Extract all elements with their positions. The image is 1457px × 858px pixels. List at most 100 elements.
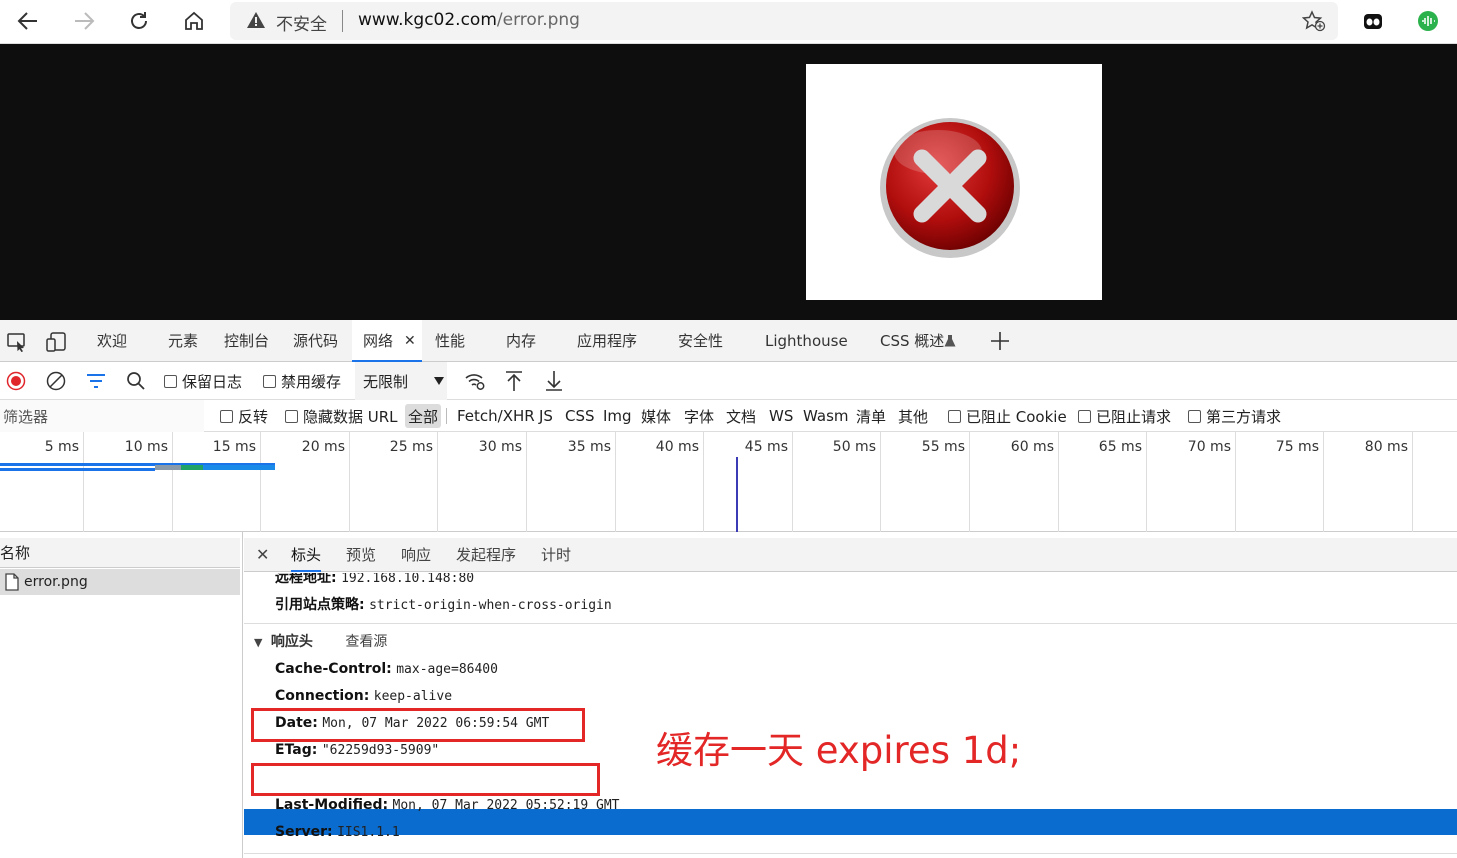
forward-button[interactable] [68,6,100,36]
disable-cache-box[interactable] [263,374,276,388]
upload-icon [506,371,522,391]
view-source-link[interactable]: 查看源 [345,634,387,650]
remote-address-row: 远程地址: 192.168.10.148:80 [275,573,474,587]
filter-input[interactable]: 筛选器 [0,400,204,432]
invert-box[interactable] [220,409,233,423]
request-detail-panel: ✕ 标头 预览 响应 发起程序 计时 远程地址: 192.168.10.148:… [244,532,1457,858]
timeline-tick-label: 65 ms [1098,439,1142,455]
tab-preview[interactable]: 预览 [346,538,376,572]
timeline-gridline [703,432,704,532]
warning-icon [247,12,265,28]
tab-security[interactable]: 安全性 [678,320,723,362]
type-filter-ws[interactable]: WS [769,400,793,432]
type-filter-font[interactable]: 字体 [684,400,714,432]
header-row-etag: ETag: "62259d93-5909" [275,742,439,758]
tab-memory[interactable]: 内存 [506,320,536,362]
blocked-cookies-checkbox[interactable]: 已阻止 Cookie [948,400,1067,432]
preserve-log-box[interactable] [164,374,177,388]
hide-data-url-box[interactable] [285,409,298,423]
timeline-tick-label: 70 ms [1187,439,1231,455]
header-value: Mon, 07 Mar 2022 05:52:19 GMT [392,798,620,813]
remote-address-key: 远程地址: [275,573,337,586]
tab-headers[interactable]: 标头 [291,538,322,572]
device-emulation-icon[interactable] [45,331,67,353]
disable-cache-label: 禁用缓存 [281,372,342,391]
invert-checkbox[interactable]: 反转 [220,400,268,432]
clear-button[interactable] [46,362,66,400]
timeline-overview[interactable]: 5 ms 10 ms 15 ms 20 ms 25 ms 30 ms 35 ms 40 ms 4… [0,432,1457,532]
inspect-element-icon[interactable] [6,332,28,352]
type-filter-media[interactable]: 媒体 [641,400,671,432]
tab-timing[interactable]: 计时 [541,538,571,572]
remote-address-value: 192.168.10.148:80 [341,573,475,586]
add-favorite-icon[interactable] [1302,10,1326,32]
tab-application[interactable]: 应用程序 [577,320,637,362]
tab-initiator[interactable]: 发起程序 [456,538,516,572]
request-row[interactable]: error.png [0,569,240,595]
address-separator [342,10,343,32]
type-filter-css[interactable]: CSS [565,400,595,432]
timeline-bar-main [0,468,155,471]
blocked-requests-box[interactable] [1078,409,1091,423]
type-filter-fetch-xhr[interactable]: Fetch/XHR [457,400,535,432]
tab-response[interactable]: 响应 [401,538,431,572]
blocked-requests-label: 已阻止请求 [1096,407,1172,426]
search-button[interactable] [126,362,146,400]
type-filter-manifest[interactable]: 清单 [856,400,886,432]
wifi-settings-icon [465,374,485,390]
disable-cache-checkbox[interactable]: 禁用缓存 [263,362,341,400]
preserve-log-label: 保留日志 [182,372,243,391]
blocked-requests-checkbox[interactable]: 已阻止请求 [1078,400,1171,432]
network-conditions-button[interactable] [464,362,486,400]
home-button[interactable] [178,6,210,36]
timeline-bar-download [203,465,275,470]
tab-sources[interactable]: 源代码 [293,320,338,362]
timeline-tick-label: 55 ms [921,439,965,455]
close-tab-icon[interactable]: ✕ [404,320,416,362]
tab-welcome[interactable]: 欢迎 [97,320,127,362]
search-icon [127,372,145,390]
type-filter-all[interactable]: 全部 [405,404,442,428]
tab-console[interactable]: 控制台 [224,320,269,362]
timeline-tick-label: 30 ms [478,439,522,455]
back-button[interactable] [12,6,44,36]
expires-highlight-box [251,763,600,796]
blocked-cookies-box[interactable] [948,409,961,423]
timeline-tick-label: 20 ms [301,439,345,455]
third-party-box[interactable] [1188,409,1201,423]
preserve-log-checkbox[interactable]: 保留日志 [164,362,242,400]
record-button[interactable] [6,362,26,400]
response-headers-section[interactable]: ▼ 响应头 查看源 [254,631,387,651]
add-tab-icon[interactable] [990,331,1010,351]
profile-button[interactable] [1412,6,1444,36]
type-filter-img[interactable]: Img [603,400,632,432]
refresh-icon [131,12,147,29]
type-filter-doc[interactable]: 文档 [726,400,756,432]
tab-network[interactable]: 网络 ✕ [352,320,422,362]
home-icon [185,11,203,30]
record-icon [6,371,26,391]
tab-css-overview[interactable]: CSS 概述 [880,320,944,362]
hide-data-url-checkbox[interactable]: 隐藏数据 URL [285,400,398,432]
name-column-header[interactable]: 名称 [0,538,240,568]
type-filter-js[interactable]: JS [539,400,553,432]
type-filter-other[interactable]: 其他 [898,400,928,432]
filter-toggle-button[interactable] [86,362,106,400]
filter-icon [87,374,105,388]
throttling-select[interactable]: 无限制 [355,362,447,400]
refresh-button[interactable] [123,6,155,36]
tab-elements[interactable]: 元素 [168,320,198,362]
type-filter-wasm[interactable]: Wasm [803,400,849,432]
requests-panel: 名称 error.png [0,532,243,858]
third-party-checkbox[interactable]: 第三方请求 [1188,400,1281,432]
tab-lighthouse[interactable]: Lighthouse [765,320,848,362]
extension-button[interactable] [1357,6,1389,36]
tab-performance[interactable]: 性能 [435,320,465,362]
export-har-button[interactable] [544,362,564,400]
import-har-button[interactable] [504,362,524,400]
address-bar[interactable]: 不安全 www.kgc02.com/error.png [230,2,1338,40]
timeline-gridline [1412,432,1413,532]
close-detail-icon[interactable]: ✕ [256,538,269,572]
url-path: /error.png [496,10,580,30]
header-row-cache-control: Cache-Control: max-age=86400 [275,661,498,677]
